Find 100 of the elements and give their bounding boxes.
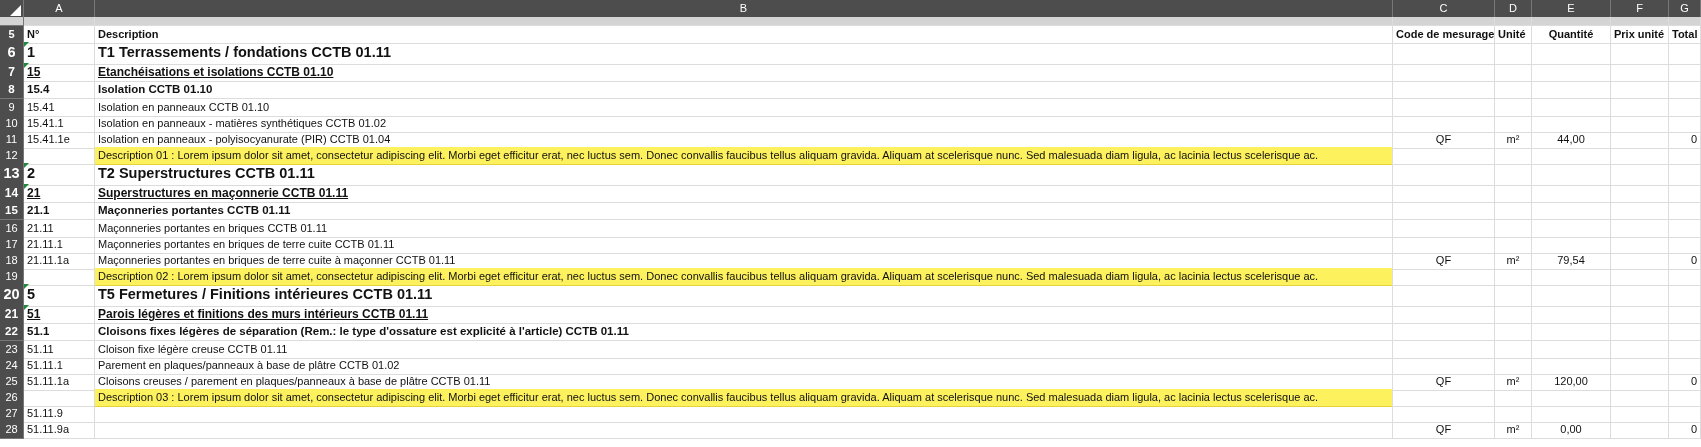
table-cell: 15 bbox=[24, 63, 95, 82]
column-header[interactable]: B bbox=[95, 0, 1393, 18]
table-cell: T2 Superstructures CCTB 01.11 bbox=[95, 163, 1393, 186]
table-cell: Cloison fixe légère creuse CCTB 01.11 bbox=[95, 341, 1393, 359]
table-cell bbox=[1495, 357, 1532, 375]
table-cell bbox=[1611, 17, 1669, 26]
table-cell bbox=[1611, 81, 1669, 100]
table-cell bbox=[1611, 236, 1669, 254]
table-cell: 120,00 bbox=[1532, 373, 1611, 391]
table-cell: 51.11 bbox=[24, 341, 95, 359]
table-cell bbox=[1611, 131, 1669, 149]
table-cell: 0 bbox=[1669, 421, 1701, 439]
table-cell bbox=[1669, 341, 1701, 359]
table-cell bbox=[1669, 184, 1701, 203]
table-cell: 51.11.1a bbox=[24, 373, 95, 391]
table-cell bbox=[1669, 236, 1701, 254]
table-cell bbox=[1669, 17, 1701, 26]
table-cell bbox=[1495, 163, 1532, 186]
table-cell bbox=[24, 17, 95, 26]
column-header[interactable]: C bbox=[1393, 0, 1495, 18]
table-cell bbox=[1611, 252, 1669, 270]
column-title: Description bbox=[95, 26, 1393, 44]
table-cell bbox=[1611, 305, 1669, 324]
table-cell: 51.11.1 bbox=[24, 357, 95, 375]
table-cell: m² bbox=[1495, 421, 1532, 439]
row-header[interactable]: 22 bbox=[0, 323, 24, 342]
column-header[interactable]: G bbox=[1669, 0, 1701, 18]
table-cell: 21.11 bbox=[24, 220, 95, 238]
table-cell bbox=[1669, 99, 1701, 117]
table-cell bbox=[1611, 202, 1669, 221]
table-cell: 44,00 bbox=[1532, 131, 1611, 149]
description-note: Description 01 : Lorem ipsum dolor sit amet, consectetur adipiscing elit. Morbi eget efficitur erat, nec luctus sem. Donec convallis faucibus tellus aliquam gravida. Aliquam at scelerisque nunc. Sed malesuada diam ligula, ac lacinia lectus scelerisque ac. bbox=[95, 147, 1393, 165]
table-cell: Maçonneries portantes en briques de terre cuite CCTB 01.11 bbox=[95, 236, 1393, 254]
table-cell bbox=[1611, 284, 1669, 307]
row-header[interactable]: 20 bbox=[0, 284, 24, 307]
table-cell bbox=[1495, 220, 1532, 238]
table-cell bbox=[1495, 17, 1532, 26]
table-cell: 51.11.9a bbox=[24, 421, 95, 439]
table-cell: QF bbox=[1393, 421, 1495, 439]
table-cell: 15.4 bbox=[24, 81, 95, 100]
table-cell: Cloisons fixes légères de séparation (Rem.: le type d'ossature est explicité à l'article) CCTB 01.11 bbox=[95, 323, 1393, 342]
table-cell: Maçonneries portantes en briques CCTB 01.11 bbox=[95, 220, 1393, 238]
table-cell bbox=[1611, 421, 1669, 439]
table-cell bbox=[1495, 268, 1532, 286]
row-header[interactable]: 28 bbox=[0, 421, 24, 439]
table-cell bbox=[1611, 163, 1669, 186]
table-cell bbox=[1611, 405, 1669, 423]
table-cell: 79,54 bbox=[1532, 252, 1611, 270]
table-cell: 0 bbox=[1669, 252, 1701, 270]
table-cell: 15.41.1e bbox=[24, 131, 95, 149]
table-cell bbox=[1495, 341, 1532, 359]
description-note: Description 03 : Lorem ipsum dolor sit amet, consectetur adipiscing elit. Morbi eget efficitur erat, nec luctus sem. Donec convallis faucibus tellus aliquam gravida. Aliquam at scelerisque nunc. Sed malesuada diam ligula, ac lacinia lectus scelerisque ac. bbox=[95, 389, 1393, 407]
table-cell: m² bbox=[1495, 373, 1532, 391]
column-title: Quantité bbox=[1532, 26, 1611, 44]
table-cell bbox=[1611, 184, 1669, 203]
table-cell: 0 bbox=[1669, 373, 1701, 391]
column-title: Unité bbox=[1495, 26, 1532, 44]
table-cell: Etanchéisations et isolations CCTB 01.10 bbox=[95, 63, 1393, 82]
table-cell bbox=[1611, 373, 1669, 391]
row-header[interactable]: 15 bbox=[0, 202, 24, 221]
column-title: Total bbox=[1669, 26, 1701, 44]
table-cell bbox=[1669, 405, 1701, 423]
column-header[interactable]: A bbox=[24, 0, 95, 18]
table-cell bbox=[1495, 63, 1532, 82]
table-cell: 15.41 bbox=[24, 99, 95, 117]
table-cell bbox=[1611, 220, 1669, 238]
table-cell: 15.41.1 bbox=[24, 115, 95, 133]
table-cell: T1 Terrassements / fondations CCTB 01.11 bbox=[95, 42, 1393, 65]
table-cell bbox=[1611, 357, 1669, 375]
table-cell: T5 Fermetures / Finitions intérieures CCTB 01.11 bbox=[95, 284, 1393, 307]
table-cell: 21.11.1 bbox=[24, 236, 95, 254]
table-cell: 51 bbox=[24, 305, 95, 324]
table-cell bbox=[1495, 202, 1532, 221]
table-cell: 0,00 bbox=[1532, 421, 1611, 439]
table-cell: 0 bbox=[1669, 131, 1701, 149]
table-cell: 21.1 bbox=[24, 202, 95, 221]
table-cell: QF bbox=[1393, 373, 1495, 391]
table-cell bbox=[1611, 115, 1669, 133]
row-header[interactable]: 6 bbox=[0, 42, 24, 65]
table-cell bbox=[1495, 81, 1532, 100]
table-cell bbox=[1495, 147, 1532, 165]
table-cell bbox=[1495, 284, 1532, 307]
table-cell bbox=[1669, 389, 1701, 407]
table-cell bbox=[1611, 389, 1669, 407]
table-cell bbox=[1669, 42, 1701, 65]
table-cell bbox=[1611, 323, 1669, 342]
table-cell bbox=[1669, 147, 1701, 165]
table-cell bbox=[1611, 268, 1669, 286]
table-cell bbox=[1495, 236, 1532, 254]
table-cell bbox=[1669, 323, 1701, 342]
table-cell bbox=[1669, 357, 1701, 375]
column-header[interactable]: F bbox=[1611, 0, 1669, 18]
table-cell bbox=[1495, 389, 1532, 407]
column-header[interactable]: E bbox=[1532, 0, 1611, 18]
table-cell: Isolation CCTB 01.10 bbox=[95, 81, 1393, 100]
table-cell bbox=[1611, 341, 1669, 359]
column-header[interactable]: D bbox=[1495, 0, 1532, 18]
table-cell bbox=[1495, 323, 1532, 342]
row-header[interactable]: 8 bbox=[0, 81, 24, 100]
row-header[interactable]: 13 bbox=[0, 163, 24, 186]
